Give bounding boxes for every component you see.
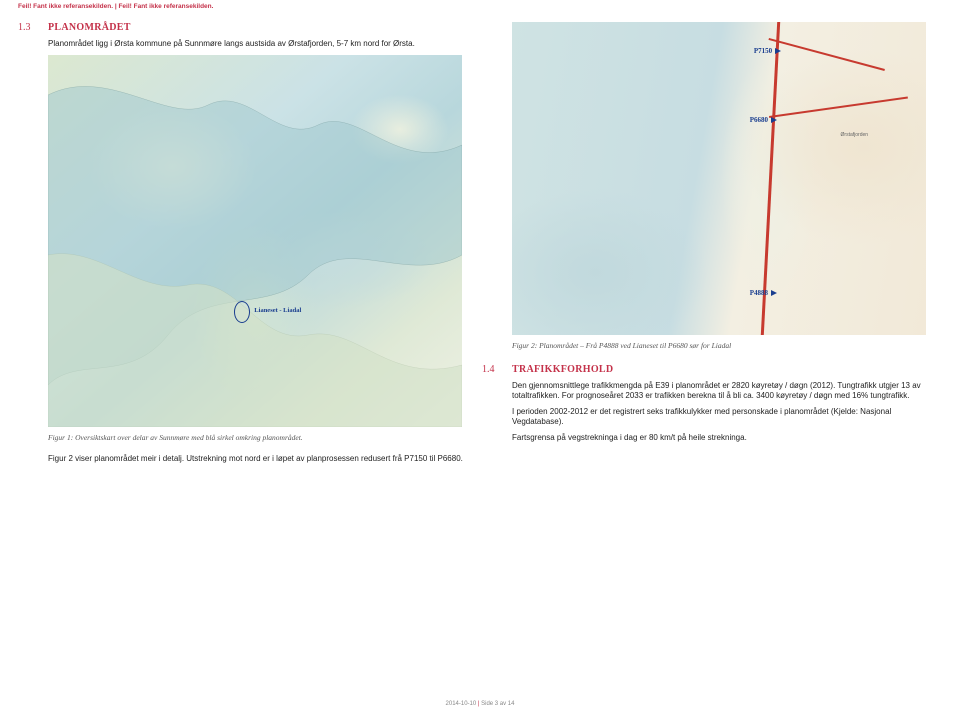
plan-area-circle-label: Lianeset - Liadal [254, 307, 301, 314]
two-column-layout: 1.3 PLANOMRÅDET Planområdet ligg i Ørsta… [18, 22, 942, 470]
section-title: TRAFIKKFORHOLD [512, 364, 613, 375]
footer-date: 2014-10-10 [446, 701, 477, 707]
left-column: 1.3 PLANOMRÅDET Planområdet ligg i Ørsta… [18, 22, 464, 470]
detail-map: P7150 P6680 P4888 Ørstafjorden [512, 22, 926, 335]
arrow-icon [771, 290, 777, 296]
marker-p4888: P4888 [750, 289, 777, 297]
figure-1-caption: Figur 1: Oversiktskart over delar av Sun… [48, 433, 464, 442]
marker-p6680: P6680 [750, 116, 777, 124]
arrow-icon [771, 117, 777, 123]
marker-label: P4888 [750, 289, 768, 297]
section-number: 1.3 [18, 22, 34, 33]
overview-map: Lianeset - Liadal [48, 55, 462, 427]
section-heading-1-4: 1.4 TRAFIKKFORHOLD [482, 364, 928, 375]
footer-page: Side 3 av 14 [481, 701, 514, 707]
paragraph: Den gjennomsnittlege trafikkmengda på E3… [512, 381, 928, 401]
right-column: P7150 P6680 P4888 Ørstafjorden Figur 2: … [482, 22, 928, 470]
marker-label: P6680 [750, 116, 768, 124]
page-footer: 2014-10-10 | Side 3 av 14 [0, 701, 960, 707]
section-number: 1.4 [482, 364, 498, 375]
header-error-text: Feil! Fant ikke referansekilden. | Feil!… [18, 3, 213, 10]
figure-1-wrapper: Lianeset - Liadal [48, 55, 464, 427]
paragraph: Figur 2 viser planområdet meir i detalj.… [48, 454, 464, 464]
road-branch [769, 96, 908, 117]
plan-area-circle-marker [234, 301, 250, 323]
figure-2-caption: Figur 2: Planområdet – Frå P4888 ved Lia… [512, 341, 928, 350]
marker-label: P7150 [754, 47, 772, 55]
marker-p7150: P7150 [754, 47, 781, 55]
road-branch [768, 38, 884, 71]
paragraph: I perioden 2002-2012 er det registrert s… [512, 407, 928, 427]
main-road-line [760, 22, 779, 335]
section-title: PLANOMRÅDET [48, 22, 131, 33]
section-heading-1-3: 1.3 PLANOMRÅDET [18, 22, 464, 33]
paragraph: Planområdet ligg i Ørsta kommune på Sunn… [48, 39, 464, 49]
map-coastline-svg [48, 55, 462, 427]
arrow-icon [775, 48, 781, 54]
paragraph: Fartsgrensa på vegstrekninga i dag er 80… [512, 433, 928, 443]
fjord-label: Ørstafjorden [841, 132, 869, 138]
page-content: 1.3 PLANOMRÅDET Planområdet ligg i Ørsta… [0, 0, 960, 470]
